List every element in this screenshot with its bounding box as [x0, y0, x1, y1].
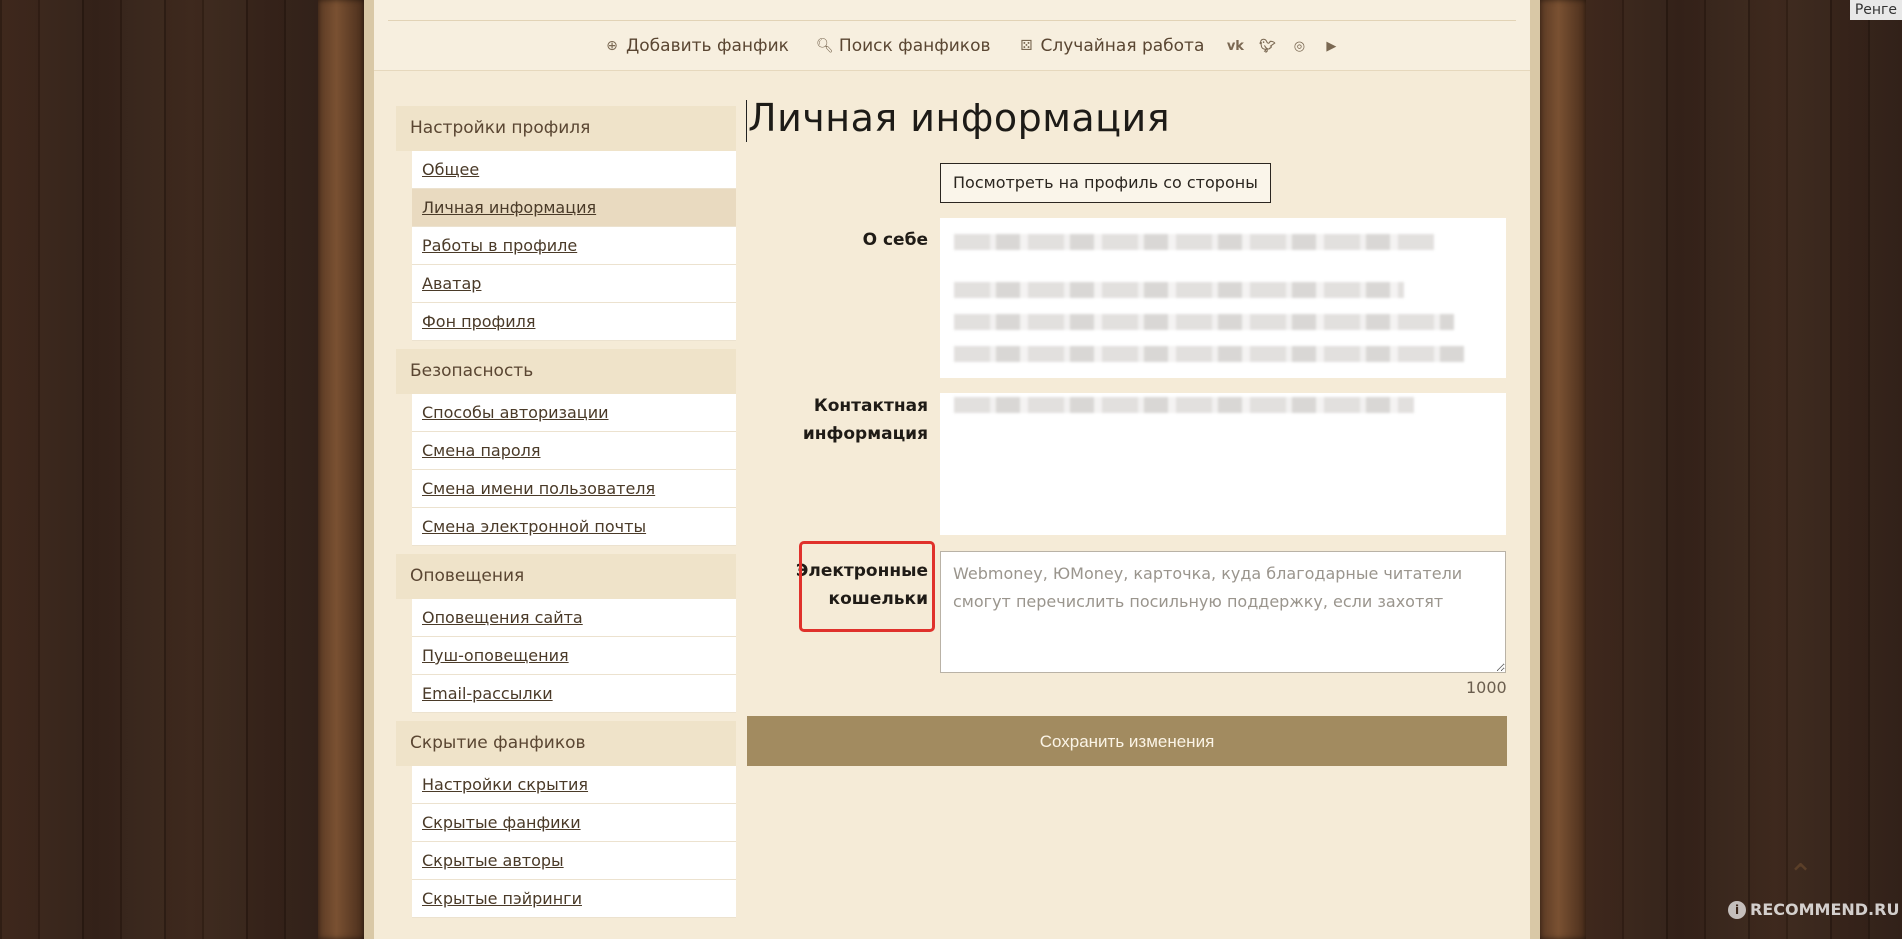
- youtube-icon[interactable]: ▶: [1322, 37, 1340, 55]
- top-navigation-bar: ⊕ Добавить фанфик 🔍︎ Поиск фанфиков ⚄ Сл…: [374, 0, 1530, 71]
- frame-edge-left: [318, 0, 364, 939]
- sidebar-item-hidden-fanfics[interactable]: Скрытые фанфики: [412, 804, 736, 842]
- sidebar-item-hidden-authors[interactable]: Скрытые авторы: [412, 842, 736, 880]
- sidebar-item-change-password[interactable]: Смена пароля: [412, 432, 736, 470]
- dice-icon: ⚄: [1020, 38, 1033, 54]
- vk-icon[interactable]: vk: [1226, 37, 1244, 55]
- add-fanfic-link[interactable]: ⊕ Добавить фанфик: [604, 36, 789, 56]
- instagram-icon[interactable]: ◎: [1290, 37, 1308, 55]
- sidebar-section-title: Безопасность: [396, 349, 736, 394]
- sidebar-section-profile: Настройки профиля Общее Личная информаци…: [396, 106, 736, 341]
- corner-username: Ренге: [1849, 0, 1902, 20]
- sidebar-item-works-in-profile[interactable]: Работы в профиле: [412, 227, 736, 265]
- paper-rim-left: [364, 0, 374, 939]
- sidebar-item-profile-background[interactable]: Фон профиля: [412, 303, 736, 341]
- plus-circle-icon: ⊕: [606, 38, 618, 54]
- about-field[interactable]: [940, 218, 1506, 378]
- blurred-text: [954, 397, 1414, 413]
- page-title: Личная информация: [748, 96, 1171, 140]
- sidebar-section-title: Настройки профиля: [396, 106, 736, 151]
- search-fanfics-label: Поиск фанфиков: [838, 36, 991, 56]
- page-content: ⊕ Добавить фанфик 🔍︎ Поиск фанфиков ⚄ Сл…: [374, 0, 1530, 939]
- sidebar-section-hiding: Скрытие фанфиков Настройки скрытия Скрыт…: [396, 721, 736, 918]
- wood-background-right: [1584, 0, 1902, 939]
- top-nav: ⊕ Добавить фанфик 🔍︎ Поиск фанфиков ⚄ Сл…: [604, 36, 1340, 56]
- blurred-text: [954, 234, 1434, 250]
- sidebar-item-hiding-settings[interactable]: Настройки скрытия: [412, 766, 736, 804]
- search-fanfics-link[interactable]: 🔍︎ Поиск фанфиков: [816, 36, 991, 56]
- sidebar-item-general[interactable]: Общее: [412, 151, 736, 189]
- random-work-link[interactable]: ⚄ Случайная работа: [1019, 36, 1205, 56]
- sidebar-item-auth-methods[interactable]: Способы авторизации: [412, 394, 736, 432]
- annotation-highlight-box: [799, 541, 935, 632]
- add-fanfic-label: Добавить фанфик: [626, 36, 789, 56]
- wood-background-left: [0, 0, 318, 939]
- sidebar-item-email-newsletters[interactable]: Email-рассылки: [412, 675, 736, 713]
- char-counter: 1000: [1466, 678, 1507, 697]
- save-changes-button[interactable]: Сохранить изменения: [747, 716, 1507, 766]
- social-links: vk 🐦︎ ◎ ▶: [1226, 37, 1340, 55]
- sidebar-item-change-email[interactable]: Смена электронной почты: [412, 508, 736, 546]
- random-work-label: Случайная работа: [1040, 36, 1205, 56]
- sidebar-item-site-notifications[interactable]: Оповещения сайта: [412, 599, 736, 637]
- about-label: О себе: [862, 230, 928, 250]
- watermark: i RECOMMEND.RU: [1728, 900, 1899, 919]
- blurred-text: [954, 282, 1404, 298]
- blurred-text: [954, 314, 1454, 330]
- sidebar-item-push-notifications[interactable]: Пуш-оповещения: [412, 637, 736, 675]
- contact-label: Контактная информация: [802, 396, 928, 444]
- twitter-icon[interactable]: 🐦︎: [1258, 37, 1276, 55]
- paper-rim-right: [1530, 0, 1540, 939]
- sidebar-section-title: Оповещения: [396, 554, 736, 599]
- recommend-logo-icon: i: [1728, 900, 1746, 919]
- sidebar-item-change-username[interactable]: Смена имени пользователя: [412, 470, 736, 508]
- sidebar-section-title: Скрытие фанфиков: [396, 721, 736, 766]
- text-cursor: [746, 100, 747, 142]
- sidebar-section-security: Безопасность Способы авторизации Смена п…: [396, 349, 736, 546]
- topbar-divider: [388, 20, 1516, 21]
- sidebar-item-personal-info[interactable]: Личная информация: [412, 189, 736, 227]
- search-icon: 🔍︎: [816, 38, 834, 54]
- blurred-text: [954, 346, 1464, 362]
- frame-edge-right: [1540, 0, 1586, 939]
- sidebar-item-hidden-pairings[interactable]: Скрытые пэйринги: [412, 880, 736, 918]
- scroll-to-top-icon[interactable]: ⌃: [1788, 858, 1818, 893]
- wallets-textarea[interactable]: [940, 551, 1506, 673]
- view-profile-button[interactable]: Посмотреть на профиль со стороны: [940, 163, 1271, 203]
- contact-field[interactable]: [940, 393, 1506, 535]
- settings-sidebar: Настройки профиля Общее Личная информаци…: [396, 106, 736, 926]
- sidebar-section-notifications: Оповещения Оповещения сайта Пуш-оповещен…: [396, 554, 736, 713]
- sidebar-item-avatar[interactable]: Аватар: [412, 265, 736, 303]
